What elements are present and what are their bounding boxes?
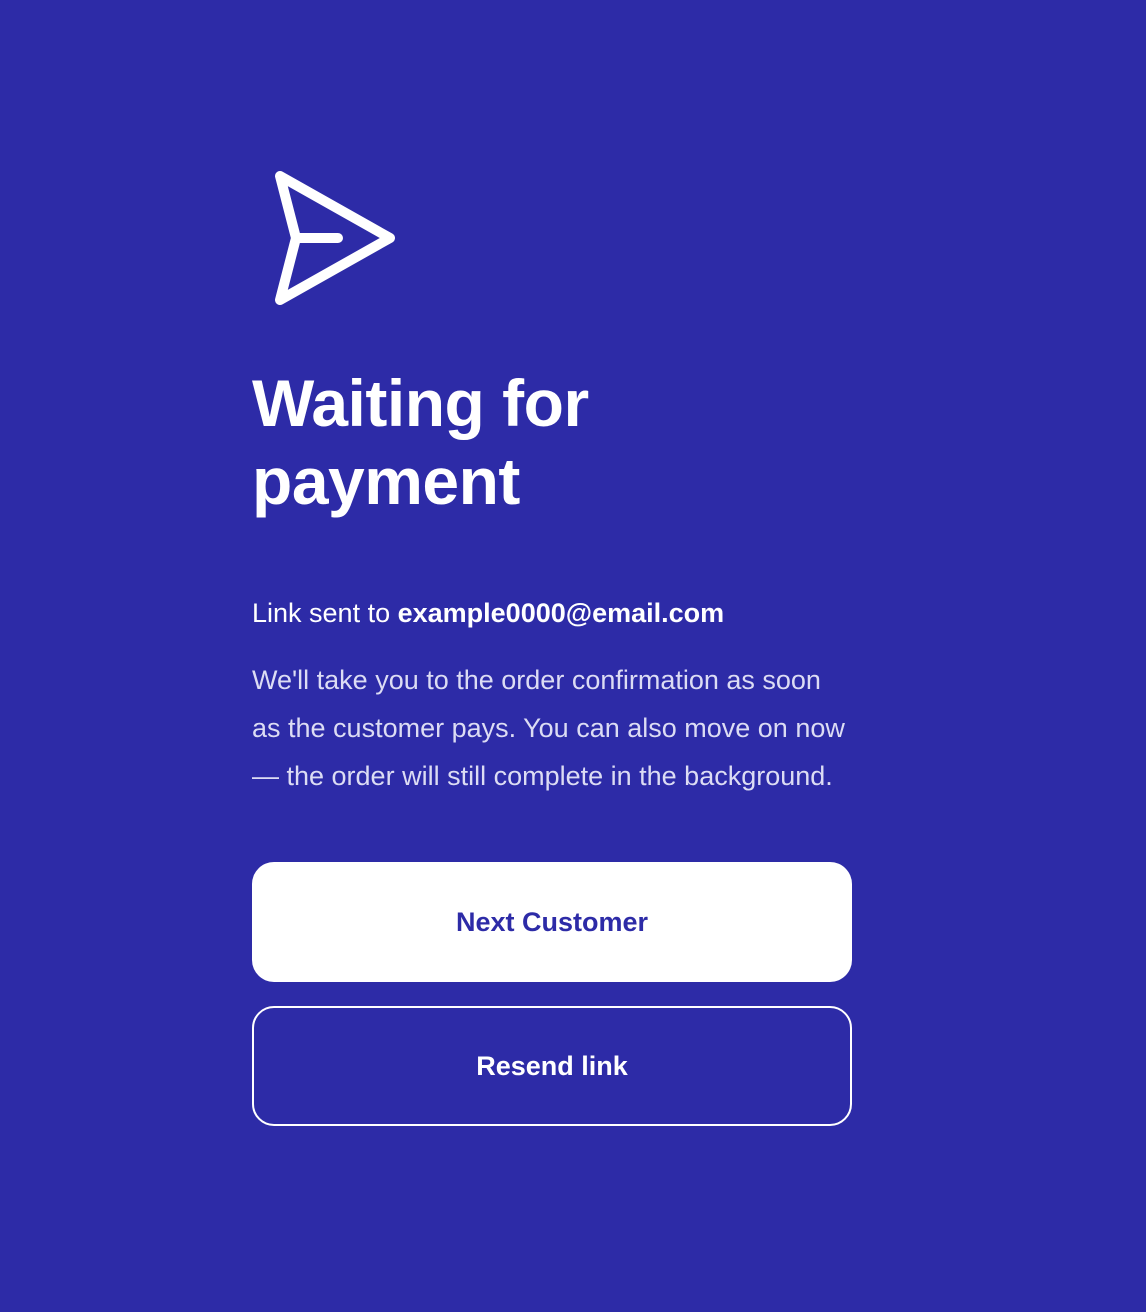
next-customer-button[interactable]: Next Customer xyxy=(252,862,852,982)
description-text: We'll take you to the order confirmation… xyxy=(252,665,845,791)
link-sent-line: Link sent to example0000@email.com xyxy=(252,596,852,630)
page-title: Waiting for payment xyxy=(252,364,852,520)
title-line-2: payment xyxy=(252,444,520,518)
waiting-panel: Waiting for payment Link sent to example… xyxy=(252,168,852,1126)
resend-link-button[interactable]: Resend link xyxy=(252,1006,852,1126)
next-customer-label: Next Customer xyxy=(455,906,649,937)
title-line-1: Waiting for xyxy=(252,366,589,440)
send-icon xyxy=(275,171,395,305)
recipient-email: example0000@email.com xyxy=(397,598,725,628)
link-sent-prefix: Link sent to xyxy=(252,598,391,628)
resend-link-label: Resend link xyxy=(476,1050,628,1081)
